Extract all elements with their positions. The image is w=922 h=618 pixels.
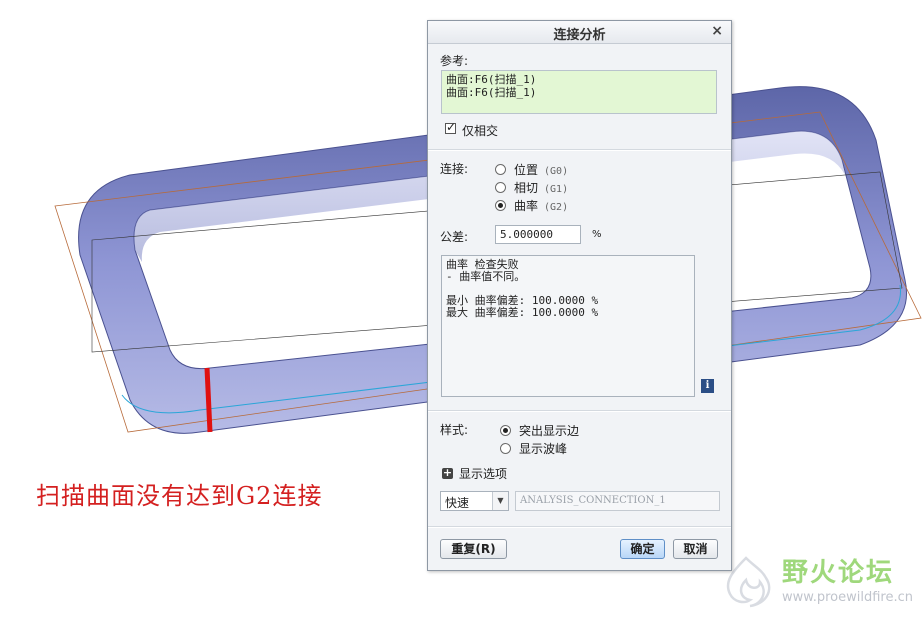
analysis-name-field[interactable]: ANALYSIS_CONNECTION_1	[515, 491, 720, 511]
display-options-label[interactable]: 显示选项	[459, 465, 507, 482]
mode-select[interactable]: 快速 ▼	[440, 491, 509, 511]
intersect-only-checkbox[interactable]	[445, 120, 456, 134]
reference-list[interactable]: 曲面:F6(扫描_1) 曲面:F6(扫描_1)	[441, 70, 717, 114]
intersect-only-label: 仅相交	[462, 124, 499, 138]
ok-button[interactable]: 确定	[620, 539, 665, 559]
radio-curvature[interactable]	[495, 200, 506, 211]
tolerance-unit: %	[592, 229, 602, 240]
mode-value: 快速	[445, 496, 470, 510]
radio-highlight-edges[interactable]	[500, 425, 511, 436]
reference-item[interactable]: 曲面:F6(扫描_1)	[446, 73, 712, 86]
reference-label: 参考:	[440, 54, 469, 68]
dialog-titlebar[interactable]: 连接分析 ×	[428, 21, 731, 44]
connection-analysis-dialog: 连接分析 × 参考: 曲面:F6(扫描_1) 曲面:F6(扫描_1) 仅相交 连…	[427, 20, 732, 571]
divider	[428, 410, 731, 412]
divider	[428, 149, 731, 151]
result-box: 曲率 检查失败 - 曲率值不同。 最小 曲率偏差: 100.0000 % 最大 …	[441, 255, 695, 397]
repeat-button[interactable]: 重复(R)	[440, 539, 507, 559]
radio-tangent[interactable]	[495, 182, 506, 193]
expand-plus-icon[interactable]: +	[442, 467, 453, 479]
option-curvature: 曲率 (G2)	[514, 199, 569, 213]
option-tangent: 相切 (G1)	[514, 181, 569, 195]
info-icon[interactable]: i	[701, 379, 714, 393]
caption-text: 扫描曲面没有达到G2连接	[36, 482, 323, 510]
tolerance-input[interactable]: 5.000000	[495, 225, 581, 244]
dialog-title: 连接分析	[553, 28, 606, 43]
result-line: 最大 曲率偏差: 100.0000 %	[446, 306, 599, 319]
option-show-peaks: 显示波峰	[519, 442, 568, 456]
option-highlight-edges: 突出显示边	[519, 424, 580, 438]
reference-item[interactable]: 曲面:F6(扫描_1)	[446, 86, 712, 99]
tolerance-label: 公差:	[440, 230, 469, 244]
result-line: - 曲率值不同。	[446, 270, 526, 283]
chevron-down-icon: ▼	[492, 492, 508, 510]
connection-label: 连接:	[440, 162, 469, 176]
watermark-name: 野火论坛	[782, 558, 895, 588]
divider	[428, 526, 731, 528]
style-label: 样式:	[440, 423, 469, 437]
radio-show-peaks[interactable]	[500, 443, 511, 454]
option-position: 位置 (G0)	[514, 163, 569, 177]
close-icon[interactable]: ×	[711, 23, 723, 39]
watermark: 野火论坛 www.proewildfire.cn	[716, 550, 916, 612]
cancel-button[interactable]: 取消	[673, 539, 718, 559]
watermark-url: www.proewildfire.cn	[782, 590, 913, 605]
highlight-edge	[204, 367, 213, 433]
radio-position[interactable]	[495, 164, 506, 175]
